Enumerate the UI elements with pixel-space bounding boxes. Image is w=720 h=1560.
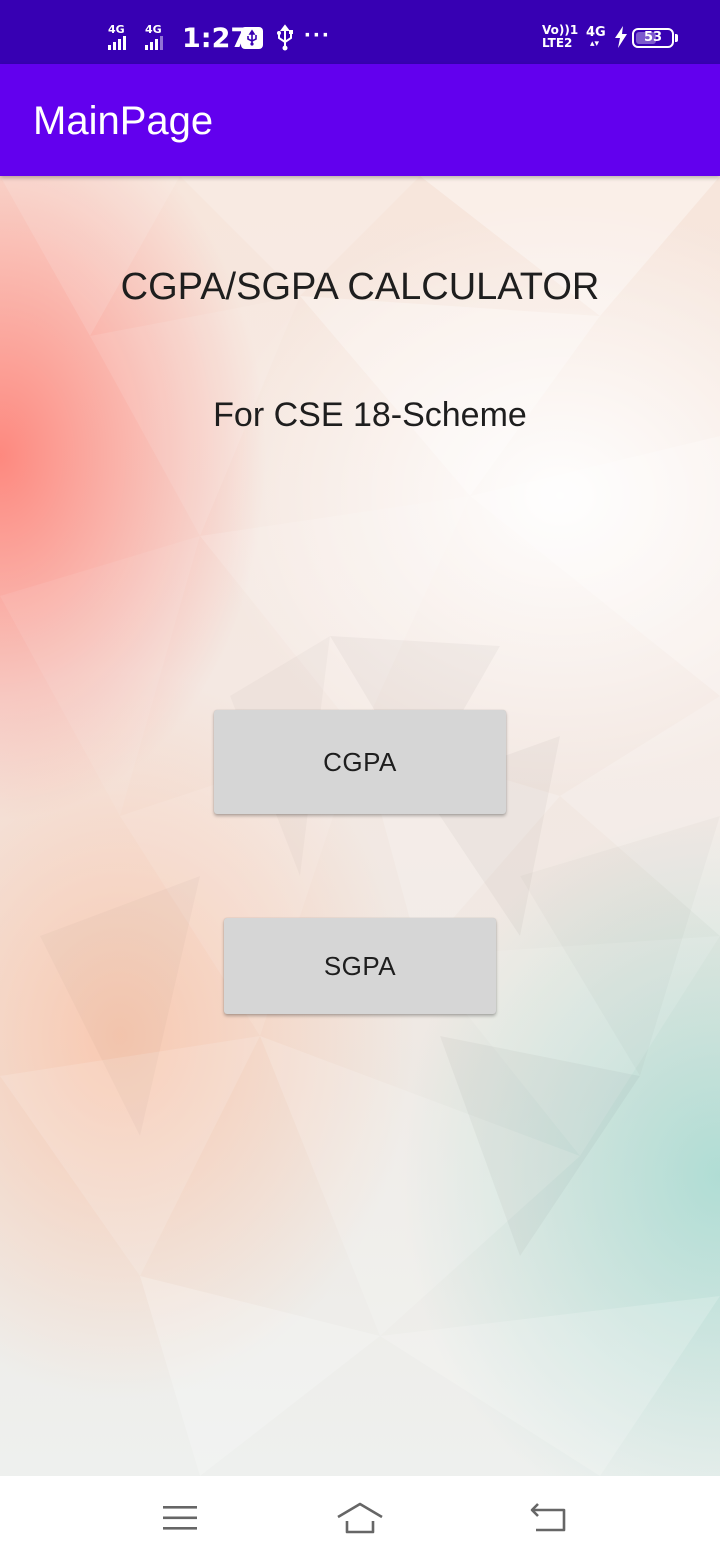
mobile-data-icon: 4G ▴▾ [586,25,606,49]
battery-tip [675,34,678,42]
volte-icon: Vo))1 LTE2 [542,24,578,50]
status-bar: 4G 4G 1:27 ··· Vo))1 LTE2 4G ▴▾ 53 [0,0,720,64]
app-title: MainPage [33,99,214,143]
sgpa-button[interactable]: SGPA [224,918,496,1014]
battery-level: 53 [643,30,663,45]
main-content: CGPA/SGPA CALCULATOR For CSE 18-Scheme C… [0,176,720,1476]
data-network-label: 4G [586,25,606,40]
sim1-network-label: 4G [108,23,125,36]
home-icon [337,1502,383,1534]
charging-icon [615,26,627,48]
page-subheading: For CSE 18-Scheme [213,396,527,434]
page-heading: CGPA/SGPA CALCULATOR [120,266,600,308]
home-button[interactable] [330,1496,390,1540]
back-button[interactable] [518,1496,578,1540]
menu-icon [163,1506,197,1530]
sim1-signal-icon: 4G [108,24,126,50]
navigation-bar [0,1476,720,1560]
cgpa-button[interactable]: CGPA [214,710,506,814]
more-dots-icon: ··· [304,22,331,49]
back-icon [530,1503,566,1532]
usb-settings-icon [241,27,263,49]
menu-button[interactable] [150,1496,210,1540]
battery-icon: 53 [632,28,674,48]
sim2-network-label: 4G [145,23,162,36]
usb-icon [277,24,293,51]
polygon-background [0,176,720,1476]
app-bar: MainPage [0,64,720,176]
sim2-signal-icon: 4G [145,24,163,50]
volte-label-bottom: LTE2 [542,36,573,50]
